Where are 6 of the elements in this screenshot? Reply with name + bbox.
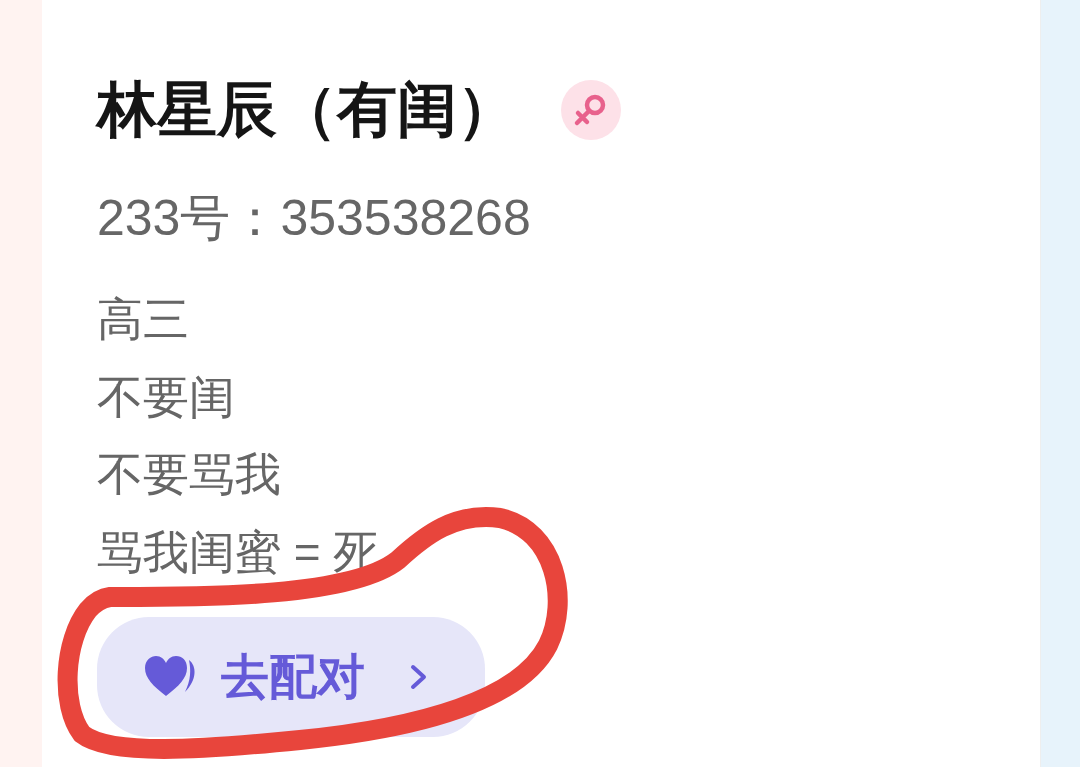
user-id: 233号：353538268 bbox=[97, 189, 531, 248]
bio-line: 高三 bbox=[97, 292, 190, 347]
profile-name: 林星辰（有闺） bbox=[97, 75, 517, 145]
bio-line: 不要骂我 bbox=[97, 447, 282, 502]
bio-line: 不要闺 bbox=[97, 369, 236, 425]
match-button[interactable]: 去配对 bbox=[97, 617, 485, 737]
